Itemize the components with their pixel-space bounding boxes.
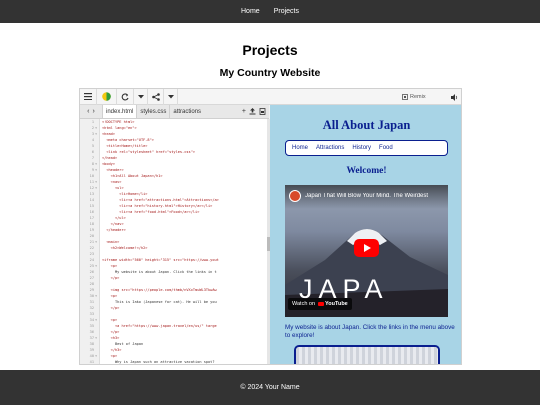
preview-nav-food[interactable]: Food <box>379 145 393 151</box>
tab-styles-css[interactable]: styles.css <box>136 105 169 118</box>
tab-scroll-arrows[interactable]: ‹ › <box>80 105 102 118</box>
line-number: 41 <box>89 360 94 364</box>
chevron-right-icon[interactable]: › <box>93 108 95 115</box>
play-icon <box>363 244 371 252</box>
preview-paragraph: My website is about Japan. Click the lin… <box>285 324 455 339</box>
dropdown-icon[interactable] <box>134 89 148 105</box>
page-title: Projects <box>242 42 298 58</box>
fullscreen-icon[interactable] <box>447 89 461 105</box>
remix-button[interactable]: Remix <box>402 89 426 105</box>
preview-nav-home[interactable]: Home <box>292 145 308 151</box>
youtube-embed[interactable]: Japan That Will Blow Your Mind. The Weir… <box>285 185 448 317</box>
tab-index-html[interactable]: index.html <box>102 105 137 118</box>
footer-text: © 2024 Your Name <box>240 384 300 391</box>
youtube-icon <box>318 302 325 306</box>
footer: © 2024 Your Name <box>0 370 540 405</box>
project-title: My Country Website <box>219 67 321 79</box>
play-button[interactable] <box>354 239 379 257</box>
menu-icon[interactable] <box>80 89 97 105</box>
code-editor-embed: Remix ‹ › index.html styles.css attracti… <box>79 88 462 365</box>
code-area[interactable]: 1 <!DOCTYPE html> 2 ▾ <html lang="en"> 3 ▾ <hea… <box>80 119 267 364</box>
channel-avatar[interactable] <box>289 190 301 202</box>
preview-nav-history[interactable]: History <box>352 145 371 151</box>
top-nav: Home Projects <box>0 0 540 23</box>
dropdown-icon[interactable] <box>164 89 178 105</box>
files-icon[interactable] <box>259 108 266 115</box>
watch-on-label: Watch on <box>292 301 316 307</box>
preview-image <box>294 345 440 364</box>
editor-toolbar: Remix <box>80 89 461 105</box>
preview-welcome: Welcome! <box>346 166 387 176</box>
preview-nav: Home Attractions History Food <box>285 140 448 156</box>
image-content <box>296 347 438 364</box>
preview-heading: All About Japan <box>322 118 411 132</box>
share-icon[interactable] <box>148 89 164 105</box>
remix-icon <box>402 94 408 100</box>
youtube-logo: YouTube <box>318 301 348 307</box>
file-tabs-bar: ‹ › index.html styles.css attractions + <box>80 105 269 119</box>
code-line: 41 Why is Japan such an attractive vacat… <box>80 359 267 364</box>
watch-on-youtube[interactable]: Watch on YouTube <box>288 298 352 310</box>
refresh-icon[interactable] <box>117 89 134 105</box>
youtube-wordmark: YouTube <box>325 301 348 307</box>
preview-nav-attractions[interactable]: Attractions <box>316 145 344 151</box>
nav-home-link[interactable]: Home <box>241 8 260 15</box>
theme-icon[interactable] <box>97 89 117 105</box>
chevron-left-icon[interactable]: ‹ <box>87 108 89 115</box>
code-text: Why is Japan such an attractive vacation… <box>102 360 215 364</box>
tab-attractions[interactable]: attractions <box>169 105 204 118</box>
video-title[interactable]: Japan That Will Blow Your Mind. The Weir… <box>305 193 445 199</box>
preview-pane: All About Japan Home Attractions History… <box>270 105 461 364</box>
upload-icon[interactable] <box>249 108 256 115</box>
tab-actions: + <box>242 105 269 118</box>
add-file-icon[interactable]: + <box>242 108 246 115</box>
remix-label: Remix <box>410 94 426 100</box>
nav-projects-link[interactable]: Projects <box>274 8 299 15</box>
